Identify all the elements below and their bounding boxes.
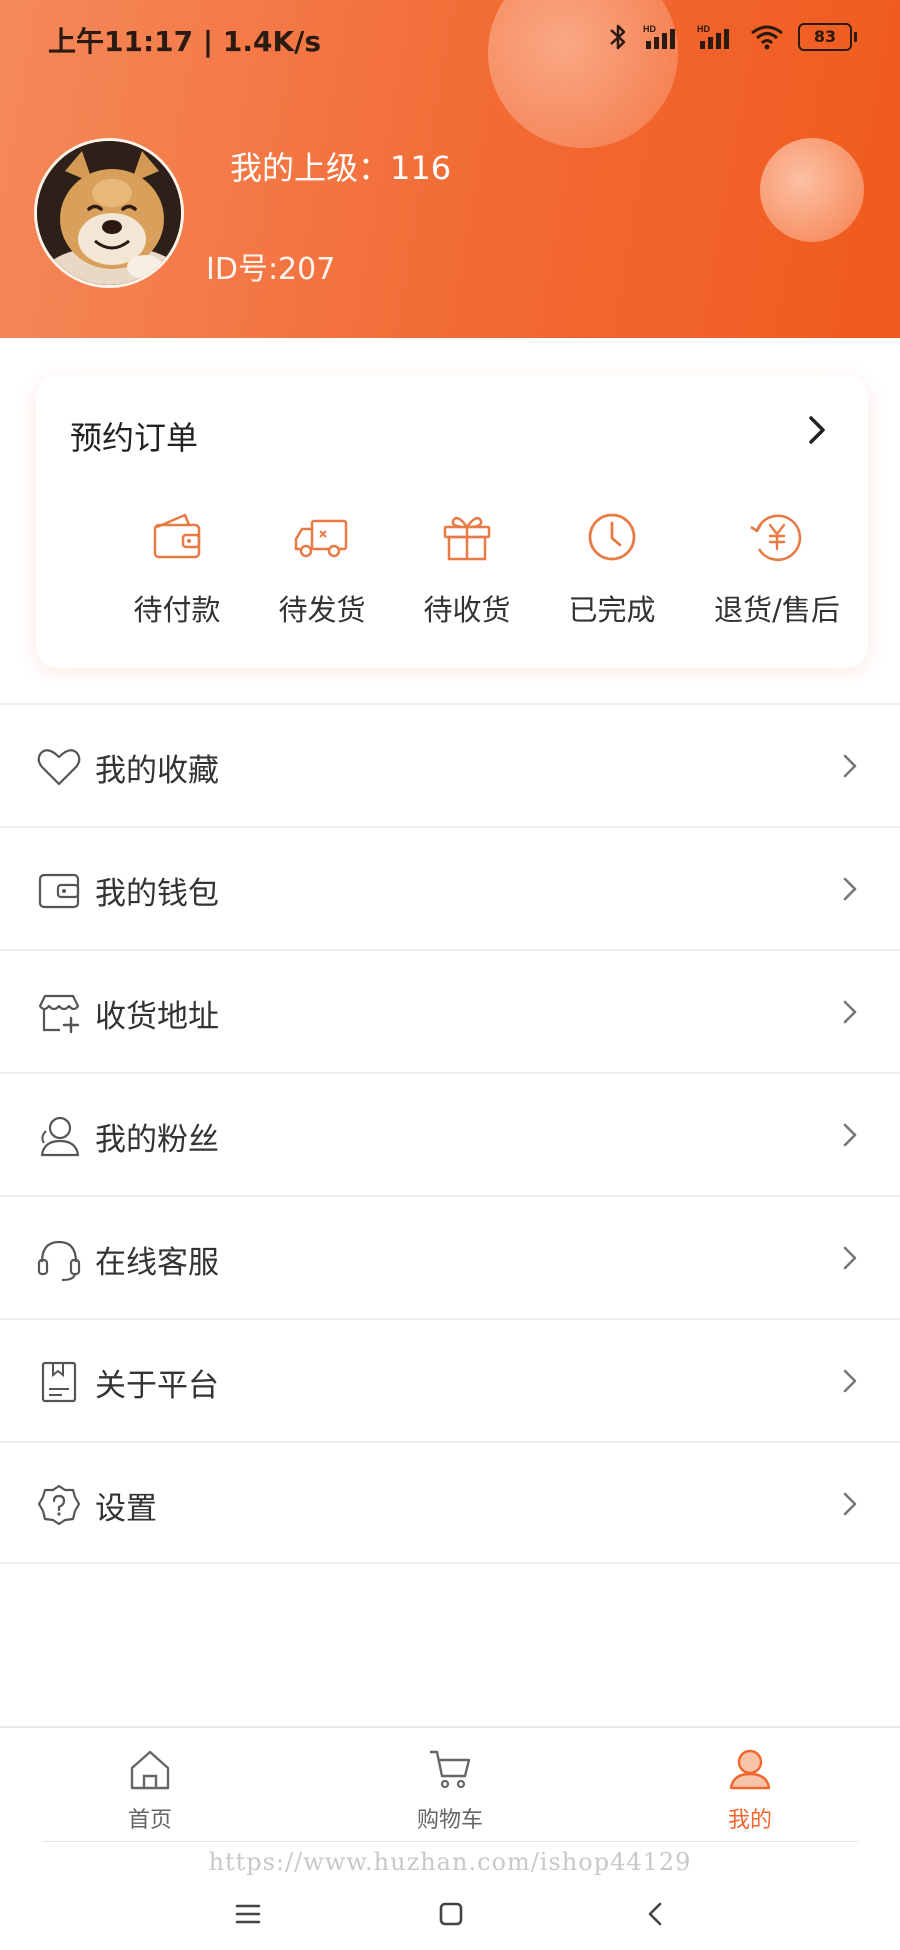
settings-icon	[37, 1484, 81, 1526]
refund-yuan-icon	[750, 514, 802, 562]
settings-menu: 我的收藏 我的钱包 收货地址 我的粉丝 在线客服 关于平台 设置	[0, 703, 900, 1564]
order-status-label: 已完成	[568, 593, 656, 627]
profile-header: 上午11:17 | 1.4K/s HD HD 83 我的上级：116 ID号:2…	[0, 0, 900, 338]
bottom-nav: 首页 购物车 我的	[0, 1726, 900, 1844]
order-status-label: 待付款	[133, 593, 221, 627]
menu-item-label: 我的收藏	[95, 753, 219, 789]
menu-item-settings[interactable]: 设置	[0, 1441, 900, 1564]
system-nav-bar	[0, 1880, 900, 1950]
menu-item-label: 我的钱包	[95, 876, 219, 912]
chevron-right-icon	[843, 877, 857, 901]
menu-item-label: 在线客服	[95, 1245, 219, 1281]
cart-icon	[430, 1750, 471, 1789]
superior-label: 我的上级：116	[230, 149, 452, 187]
menu-item-label: 我的粉丝	[95, 1122, 219, 1158]
user-id: ID号:207	[206, 252, 336, 287]
wallet-icon	[153, 513, 201, 559]
svg-text:HD: HD	[643, 24, 656, 34]
signal-icon: HD	[643, 24, 675, 49]
chevron-right-icon	[843, 1369, 857, 1393]
user-icon	[729, 1749, 771, 1790]
svg-text:HD: HD	[697, 24, 710, 34]
avatar[interactable]	[34, 138, 184, 288]
chevron-right-icon	[843, 754, 857, 778]
chevron-right-icon	[843, 1246, 857, 1270]
menu-item-label: 关于平台	[95, 1368, 219, 1404]
nav-home[interactable]: 首页	[70, 1746, 230, 1834]
headset-icon	[37, 1240, 81, 1282]
chevron-right-icon[interactable]	[802, 413, 832, 447]
heart-icon	[37, 749, 81, 786]
wallet-icon	[38, 873, 80, 909]
chevron-right-icon	[843, 1123, 857, 1147]
menu-item-about[interactable]: 关于平台	[0, 1318, 900, 1441]
divider	[42, 1841, 858, 1842]
menu-icon[interactable]	[228, 1894, 268, 1934]
gift-icon	[443, 516, 491, 561]
status-time: 上午11:17 | 1.4K/s	[48, 25, 322, 58]
menu-item-address[interactable]: 收货地址	[0, 949, 900, 1072]
order-status-label: 待收货	[423, 593, 511, 627]
home-icon	[130, 1750, 170, 1790]
home-square-icon[interactable]	[431, 1894, 471, 1934]
menu-item-customer-service[interactable]: 在线客服	[0, 1195, 900, 1318]
chevron-right-icon	[843, 1000, 857, 1024]
menu-item-label: 收货地址	[95, 999, 219, 1035]
signal-icon: HD	[697, 24, 729, 49]
decor-bubble	[760, 138, 864, 242]
nav-label: 购物车	[416, 1808, 483, 1833]
order-status-pending-receipt[interactable]: 待收货	[392, 507, 542, 629]
menu-item-wallet[interactable]: 我的钱包	[0, 826, 900, 949]
document-icon	[41, 1361, 77, 1403]
store-add-icon	[38, 994, 80, 1034]
order-status-label: 待发货	[278, 593, 366, 627]
nav-label: 我的	[727, 1808, 772, 1833]
order-status-pending-payment[interactable]: 待付款	[102, 507, 252, 629]
dog-avatar-image	[37, 141, 181, 285]
order-status-label: 退货/售后	[714, 593, 840, 627]
nav-cart[interactable]: 购物车	[370, 1746, 530, 1834]
nav-label: 首页	[127, 1808, 172, 1833]
menu-item-label: 设置	[95, 1491, 157, 1527]
menu-item-favorites[interactable]: 我的收藏	[0, 703, 900, 826]
watermark-url: https://www.huzhan.com/ishop44129	[208, 1848, 692, 1876]
back-icon[interactable]	[636, 1894, 676, 1934]
order-status-completed[interactable]: 已完成	[537, 507, 687, 629]
order-status-refund[interactable]: 退货/售后	[702, 507, 852, 629]
chevron-right-icon	[843, 1492, 857, 1516]
users-icon	[40, 1116, 80, 1157]
clock-icon	[588, 513, 636, 561]
battery-indicator: 83	[798, 23, 857, 51]
orders-card: 预约订单 待付款 待发货 待收货 已完成 退货/售后	[36, 375, 868, 668]
truck-icon	[294, 519, 348, 558]
bluetooth-icon	[610, 24, 626, 50]
order-status-pending-shipment[interactable]: 待发货	[247, 507, 397, 629]
status-icons: HD HD 83	[608, 22, 857, 52]
status-bar: 上午11:17 | 1.4K/s HD HD 83	[0, 0, 900, 80]
nav-profile[interactable]: 我的	[670, 1746, 830, 1834]
menu-item-fans[interactable]: 我的粉丝	[0, 1072, 900, 1195]
wifi-icon	[751, 25, 783, 50]
orders-title: 预约订单	[70, 419, 199, 457]
